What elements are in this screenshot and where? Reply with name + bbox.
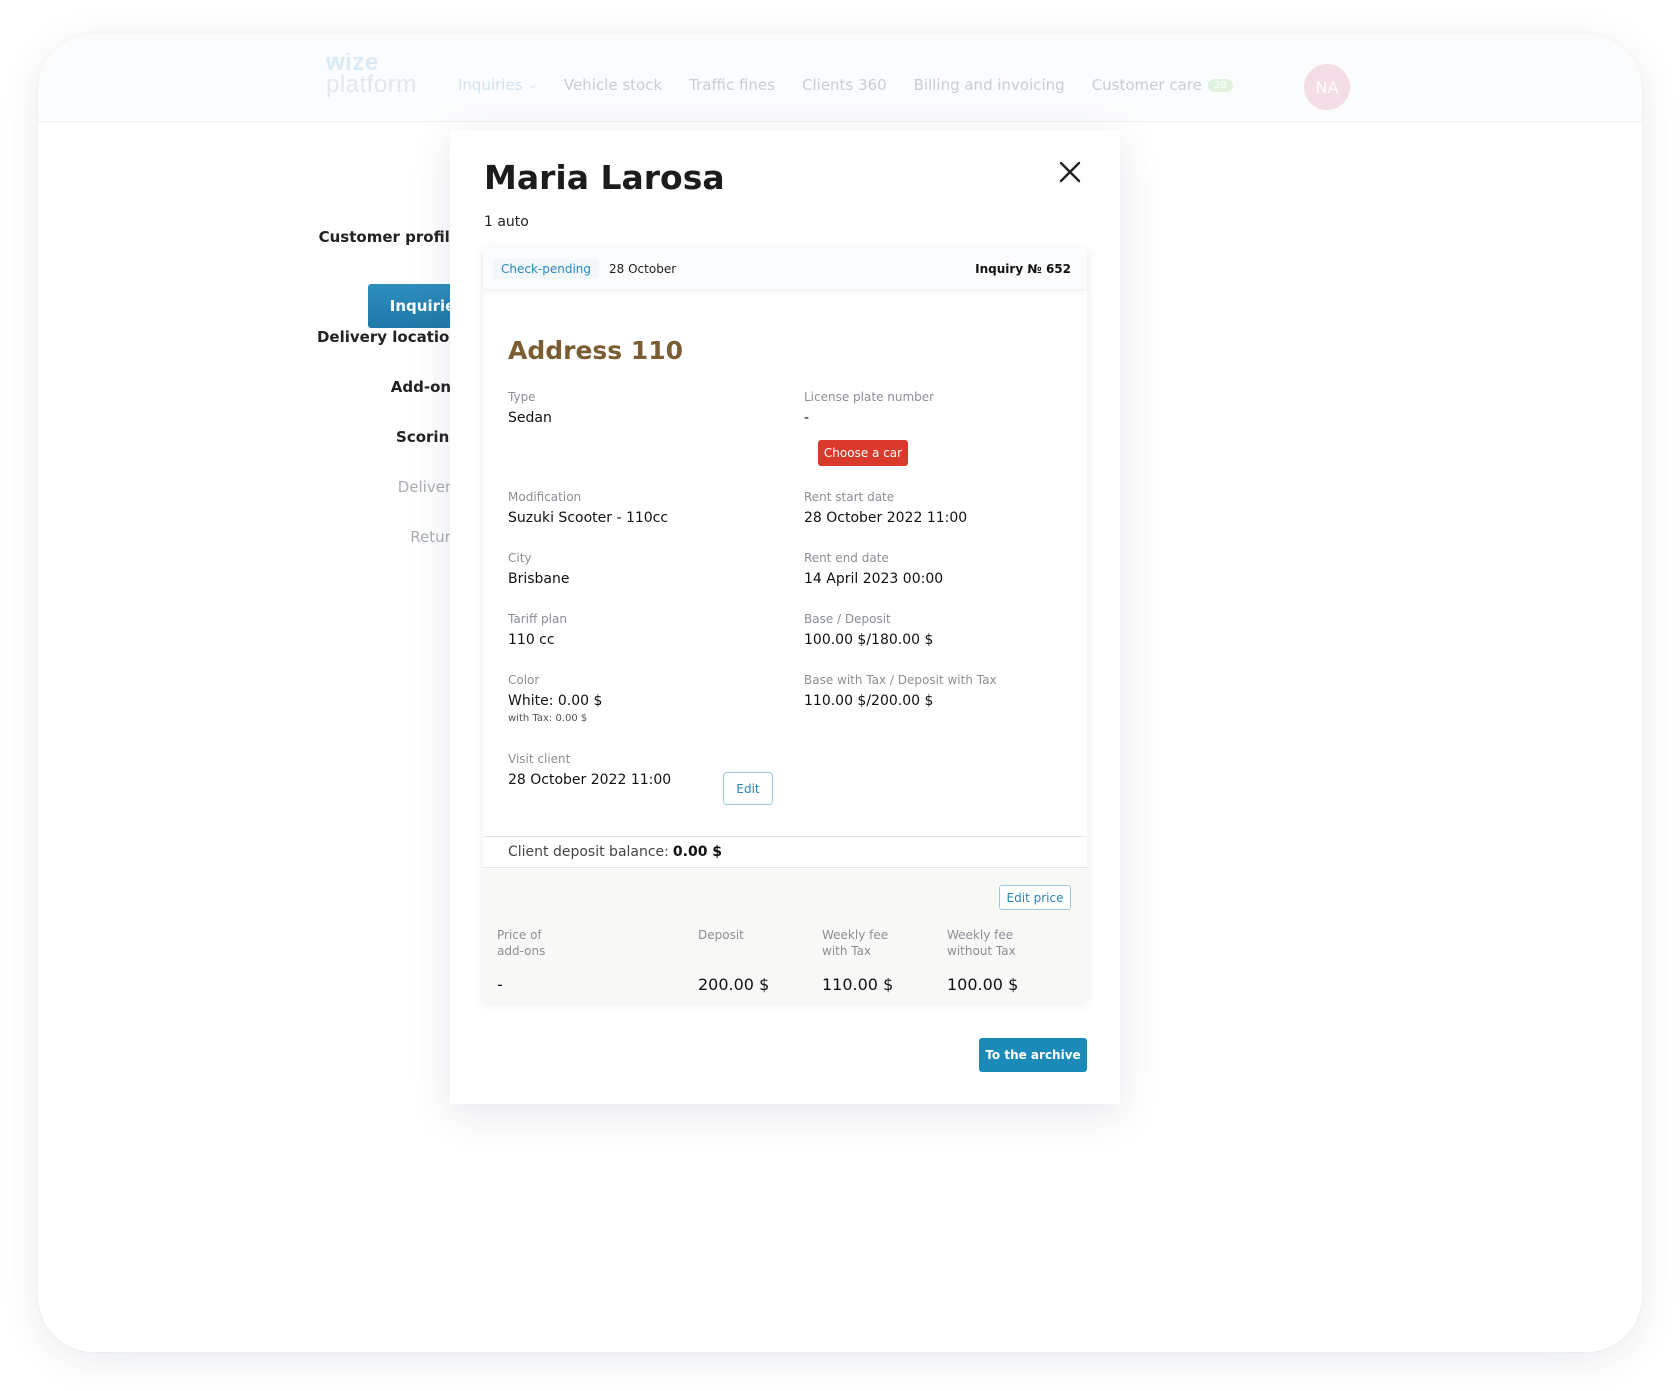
rent-end-value: 14 April 2023 00:00	[804, 571, 944, 587]
edit-price-button[interactable]: Edit price	[999, 885, 1071, 910]
sidebar-item-return: Return	[410, 528, 460, 546]
rent-start-value: 28 October 2022 11:00	[804, 510, 968, 526]
rent-end-label: Rent end date	[804, 551, 889, 565]
avatar[interactable]: NA	[1304, 64, 1350, 110]
nav-traffic-fines[interactable]: Traffic fines	[689, 76, 775, 94]
addons-price-label: Price of add-ons	[497, 928, 546, 958]
weekly-fee-no-tax: Weekly fee without Tax 100.00 $	[947, 927, 1027, 994]
inquiry-number: Inquiry № 652	[975, 261, 1071, 276]
chevron-down-icon: ⌄	[528, 79, 537, 91]
edit-visit-button[interactable]: Edit	[723, 772, 773, 805]
visit-client-field: Visit client 28 October 2022 11:00	[508, 752, 671, 788]
plate-value: -	[804, 410, 810, 426]
address-title: Address 110	[508, 336, 684, 365]
sidebar-item-delivery: Delivery	[397, 478, 460, 496]
logo[interactable]: wize platform	[326, 51, 417, 98]
visit-client-value: 28 October 2022 11:00	[508, 772, 672, 788]
deposit-price-value: 200.00 $	[698, 975, 770, 994]
addons-price-value: -	[497, 975, 503, 994]
city-value: Brisbane	[508, 571, 570, 587]
deposit-balance-value: 0.00 $	[672, 844, 723, 860]
deposit-balance-label: Client deposit balance:	[508, 844, 669, 860]
type-value: Sedan	[508, 410, 552, 426]
close-icon[interactable]	[1056, 158, 1084, 186]
nav-traffic-fines-label: Traffic fines	[689, 76, 775, 94]
status-badge: Check-pending	[493, 258, 600, 279]
base-tax-label: Base with Tax / Deposit with Tax	[804, 673, 997, 687]
choose-car-button[interactable]: Choose a car	[818, 440, 908, 466]
nav-vehicle-stock[interactable]: Vehicle stock	[564, 76, 662, 94]
inquiry-date: 28 October	[609, 261, 677, 276]
nav-vehicle-stock-label: Vehicle stock	[563, 76, 663, 94]
weekly-fee-tax-label: Weekly fee with Tax	[822, 928, 889, 958]
rent-end-field: Rent end date 14 April 2023 00:00	[804, 551, 943, 587]
nav-customer-care[interactable]: Customer care 28	[1092, 76, 1233, 94]
color-value: White: 0.00 $	[508, 693, 603, 709]
city-field: City Brisbane	[508, 551, 570, 587]
sidebar-item-scoring[interactable]: Scoring	[288, 428, 460, 446]
color-tax-value: with Tax: 0.00 $	[508, 713, 588, 724]
base-tax-value: 110.00 $/200.00 $	[804, 693, 934, 709]
visit-client-label: Visit client	[508, 752, 571, 766]
sidebar-item-delivery-location[interactable]: Delivery location	[288, 328, 460, 346]
base-deposit-label: Base / Deposit	[804, 612, 891, 626]
nav-billing[interactable]: Billing and invoicing	[914, 76, 1065, 94]
sidebar-item-customer-profile[interactable]: Customer profile	[288, 228, 460, 246]
type-label: Type	[508, 390, 536, 404]
sidebar-item-add-ons[interactable]: Add-ons	[288, 378, 460, 396]
weekly-fee-no-tax-value: 100.00 $	[947, 975, 1019, 994]
nav-billing-label: Billing and invoicing	[913, 76, 1065, 94]
tariff-value: 110 cc	[508, 632, 555, 648]
plate-field: License plate number -	[804, 390, 934, 426]
rent-start-field: Rent start date 28 October 2022 11:00	[804, 490, 967, 526]
rent-start-label: Rent start date	[804, 490, 895, 504]
modification-field: Modification Suzuki Scooter - 110cc	[508, 490, 668, 526]
modification-value: Suzuki Scooter - 110cc	[508, 510, 669, 526]
nav-clients-360-label: Clients 360	[801, 76, 887, 94]
deposit-price: Deposit 200.00 $	[698, 927, 788, 994]
modification-label: Modification	[508, 490, 582, 504]
base-tax-field: Base with Tax / Deposit with Tax 110.00 …	[804, 673, 997, 709]
price-panel: Edit price Price of add-ons - Deposit 20…	[483, 869, 1087, 1002]
modal-title: Maria Larosa	[484, 158, 725, 197]
to-archive-button[interactable]: To the archive	[979, 1038, 1087, 1072]
nav-customer-care-label: Customer care	[1091, 76, 1202, 94]
logo-line-2: platform	[326, 71, 417, 98]
base-deposit-field: Base / Deposit 100.00 $/180.00 $	[804, 612, 933, 648]
tariff-label: Tariff plan	[508, 612, 567, 626]
deposit-price-label: Deposit	[698, 928, 744, 942]
color-label: Color	[508, 673, 540, 687]
base-deposit-value: 100.00 $/180.00 $	[804, 632, 934, 648]
plate-label: License plate number	[804, 390, 935, 404]
color-field: Color White: 0.00 $ with Tax: 0.00 $	[508, 673, 602, 724]
inquiry-card-header: Check-pending 28 October Inquiry № 652	[483, 248, 1087, 290]
type-field: Type Sedan	[508, 390, 552, 426]
customer-care-count-badge: 28	[1207, 78, 1233, 92]
nav-inquiries-label: Inquiries	[458, 76, 523, 94]
city-label: City	[508, 551, 532, 565]
deposit-balance-row: Client deposit balance: 0.00 $	[483, 836, 1087, 868]
weekly-fee-tax: Weekly fee with Tax 110.00 $	[822, 927, 902, 994]
inquiry-modal: Maria Larosa 1 auto Check-pending 28 Oct…	[450, 130, 1120, 1104]
top-nav-bar: wize platform Inquiries ⌄ Vehicle stock …	[38, 34, 1642, 122]
nav-clients-360[interactable]: Clients 360	[802, 76, 887, 94]
main-nav: Inquiries ⌄ Vehicle stock Traffic fines …	[458, 76, 1260, 94]
inquiry-card: Check-pending 28 October Inquiry № 652 A…	[483, 248, 1087, 1002]
tariff-field: Tariff plan 110 cc	[508, 612, 567, 648]
nav-inquiries[interactable]: Inquiries ⌄	[458, 76, 537, 94]
weekly-fee-tax-value: 110.00 $	[822, 975, 894, 994]
addons-price: Price of add-ons -	[497, 927, 557, 994]
weekly-fee-no-tax-label: Weekly fee without Tax	[947, 928, 1016, 958]
vehicle-count: 1 auto	[484, 214, 529, 230]
